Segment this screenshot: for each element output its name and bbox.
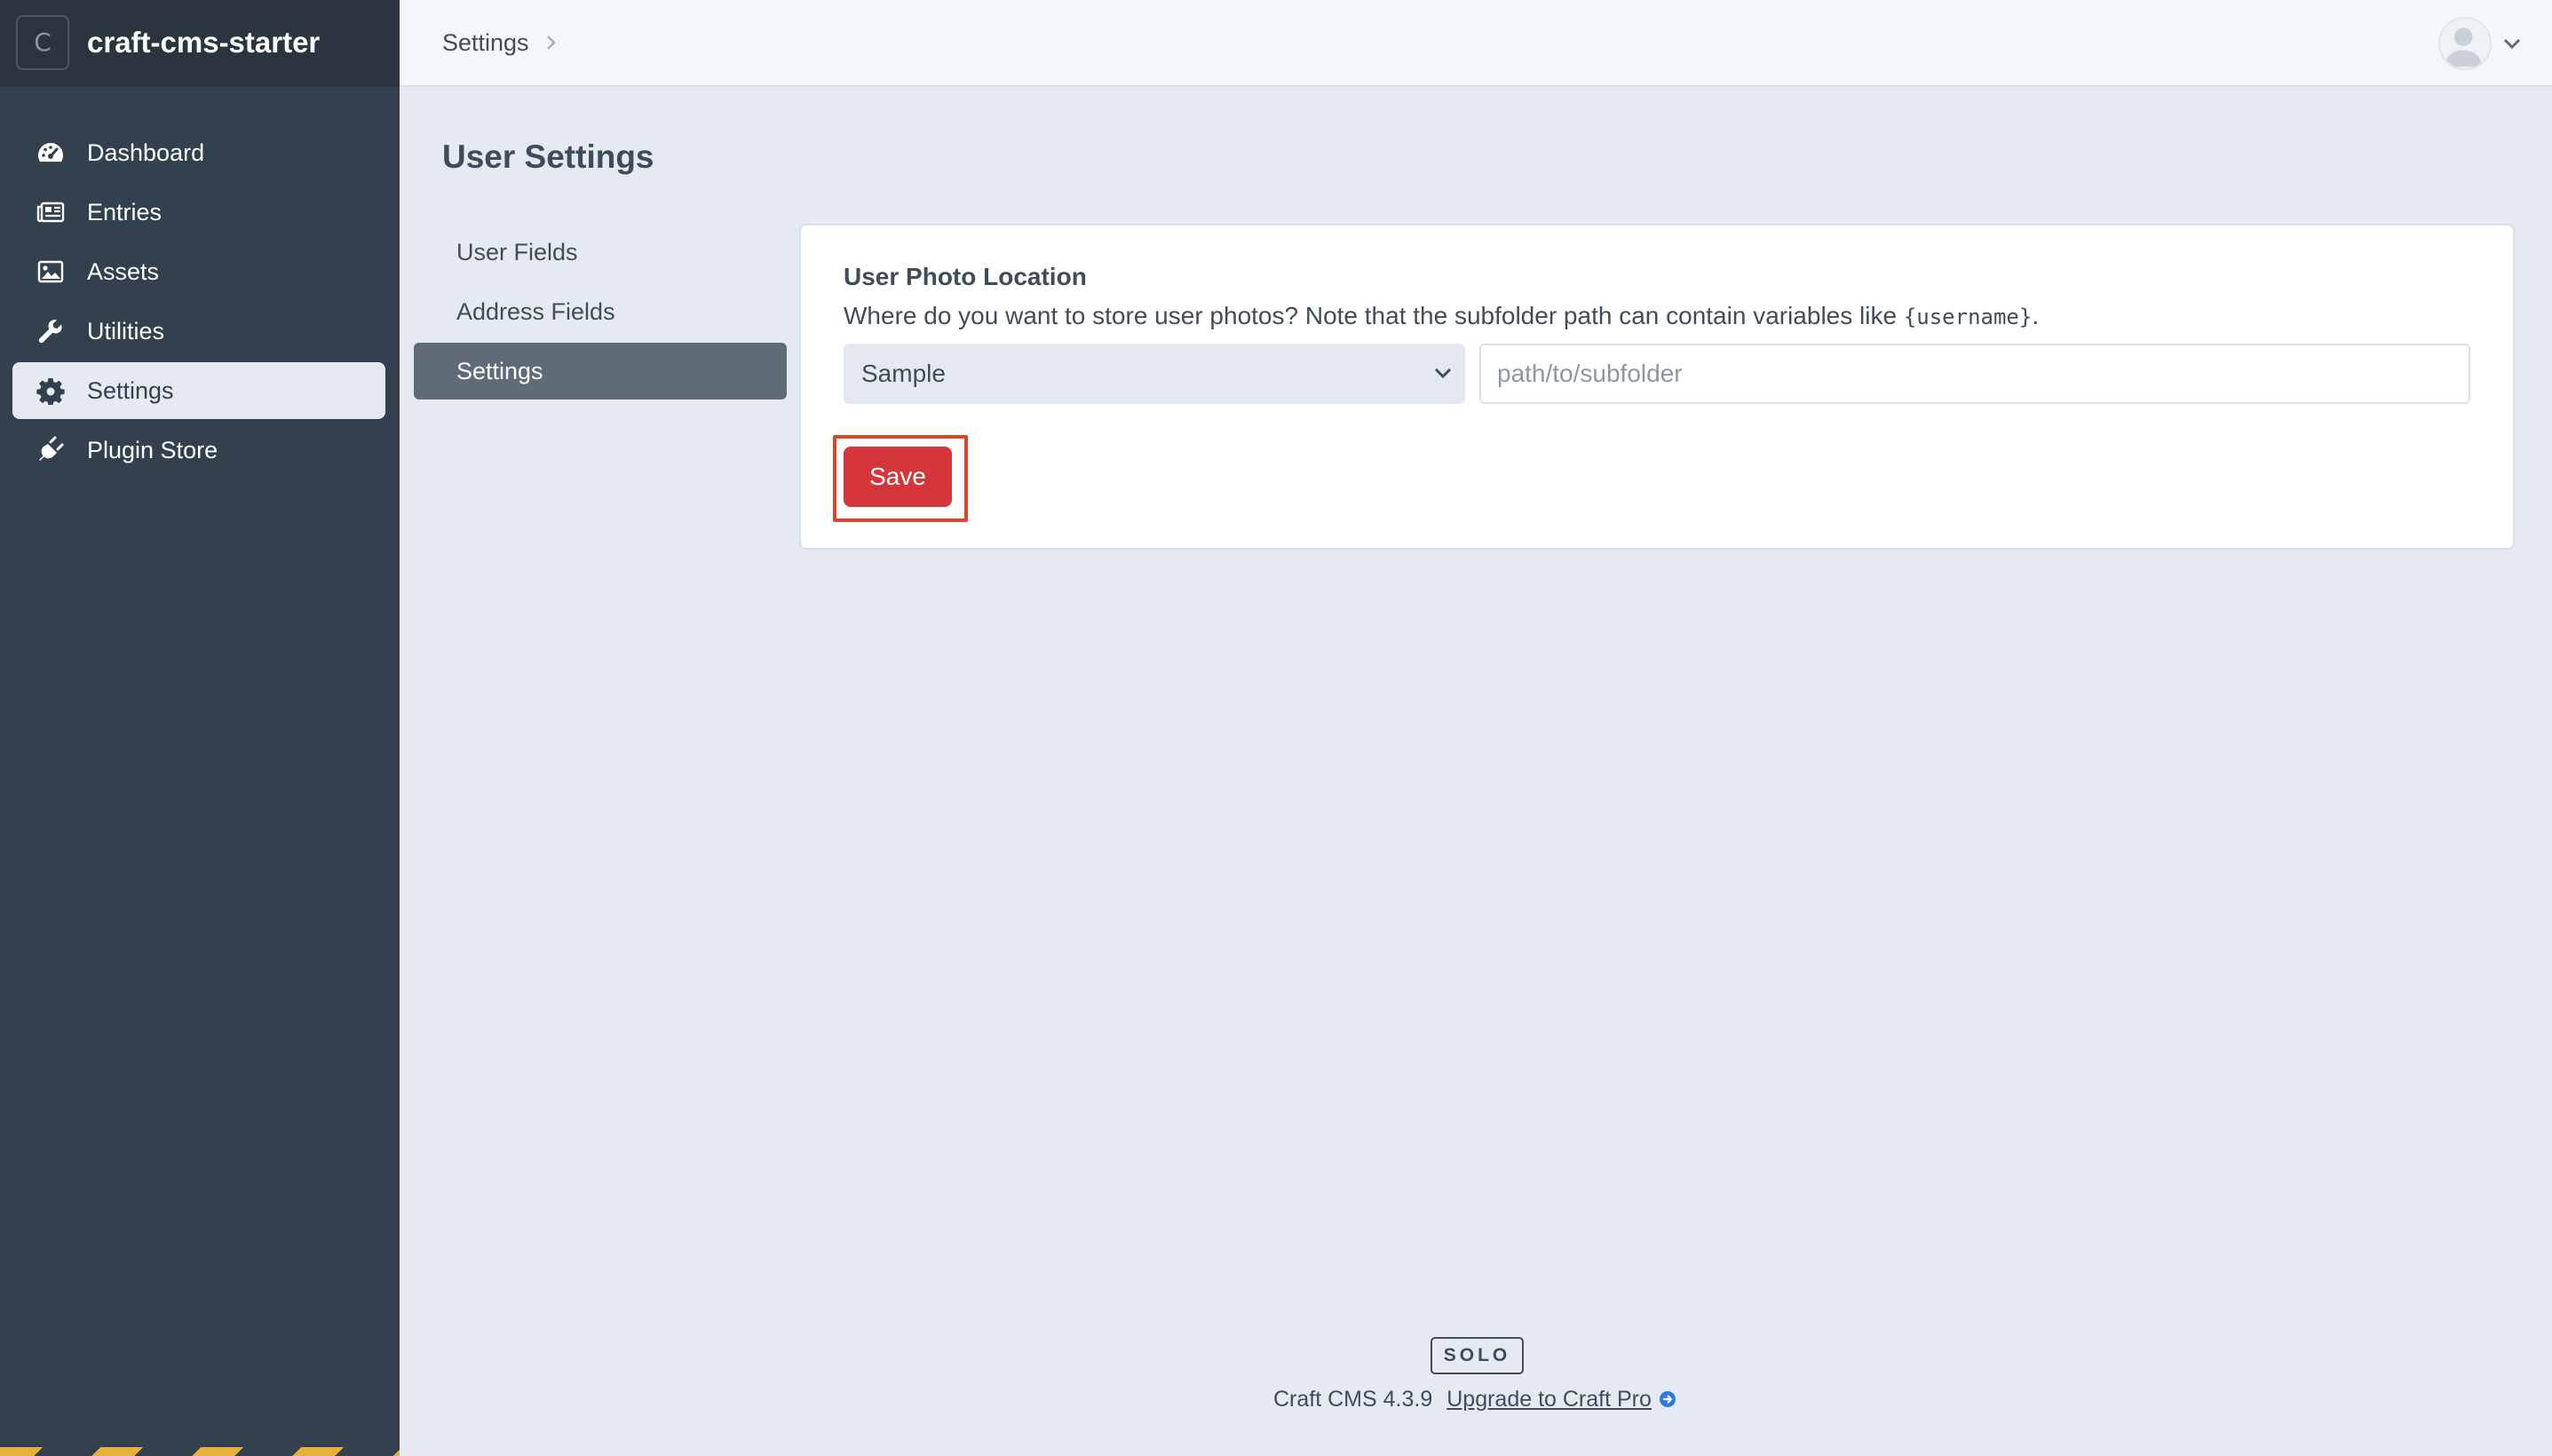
nav-label: Utilities <box>87 318 165 344</box>
app-info: Craft CMS 4.3.9 Upgrade to Craft Pro <box>1273 1385 1676 1413</box>
user-photo-location-label: User Photo Location <box>844 263 1087 290</box>
nav-item-utilities[interactable]: Utilities <box>12 303 385 360</box>
primary-nav: Dashboard Entries Assets Utilities Setti… <box>12 124 385 481</box>
breadcrumb-settings-link[interactable]: Settings <box>442 28 529 58</box>
nav-item-entries[interactable]: Entries <box>12 184 385 241</box>
plug-icon <box>36 435 66 465</box>
instructions-code: {username} <box>1903 305 2033 329</box>
site-name[interactable]: craft-cms-starter <box>87 25 320 60</box>
edition-badge: SOLO <box>1431 1337 1524 1374</box>
version-text: Craft CMS 4.3.9 <box>1273 1387 1433 1412</box>
volume-select-value: Sample <box>861 360 946 387</box>
chevron-down-icon <box>2503 38 2521 50</box>
sidebar: C craft-cms-starter Dashboard Entries As… <box>0 0 400 1456</box>
upgrade-link[interactable]: Upgrade to Craft Pro <box>1446 1385 1652 1413</box>
breadcrumb: Settings <box>442 28 558 58</box>
account-menu-button[interactable] <box>2438 16 2522 71</box>
settings-subnav: User Fields Address Fields Settings <box>414 224 787 402</box>
user-avatar-icon <box>2438 17 2492 70</box>
nav-label: Plugin Store <box>87 437 218 463</box>
nav-item-assets[interactable]: Assets <box>12 243 385 300</box>
nav-label: Entries <box>87 199 162 226</box>
wrench-icon <box>36 316 66 346</box>
global-header: Settings <box>400 0 2552 87</box>
page-title: User Settings <box>442 138 654 175</box>
nav-label: Dashboard <box>87 139 205 166</box>
dashboard-gauge-icon <box>36 138 66 168</box>
nav-label: Assets <box>87 258 160 285</box>
save-button[interactable]: Save <box>844 447 952 507</box>
instructions-end: . <box>2032 302 2040 329</box>
gear-icon <box>36 376 66 406</box>
instructions-text: Where do you want to store user photos? … <box>844 302 1904 329</box>
newspaper-icon <box>36 197 66 227</box>
subnav-item-settings[interactable]: Settings <box>414 343 787 400</box>
site-icon[interactable]: C <box>16 15 69 70</box>
dev-mode-stripe <box>0 1447 400 1456</box>
volume-select[interactable]: Sample <box>844 344 1465 404</box>
nav-label: Settings <box>87 377 174 404</box>
nav-item-plugin-store[interactable]: Plugin Store <box>12 422 385 479</box>
circle-arrow-right-icon[interactable] <box>1659 1390 1676 1408</box>
image-icon <box>36 257 66 287</box>
nav-item-settings[interactable]: Settings <box>12 362 385 419</box>
subnav-item-address-fields[interactable]: Address Fields <box>414 283 787 340</box>
subpath-input[interactable] <box>1479 344 2470 404</box>
site-header: C craft-cms-starter <box>0 0 400 87</box>
nav-item-dashboard[interactable]: Dashboard <box>12 124 385 181</box>
chevron-down-icon <box>1434 368 1452 379</box>
subnav-item-user-fields[interactable]: User Fields <box>414 224 787 281</box>
user-photo-location-instructions: Where do you want to store user photos? … <box>844 301 2039 332</box>
settings-panel: User Photo Location Where do you want to… <box>799 224 2515 550</box>
chevron-right-icon <box>546 36 556 50</box>
